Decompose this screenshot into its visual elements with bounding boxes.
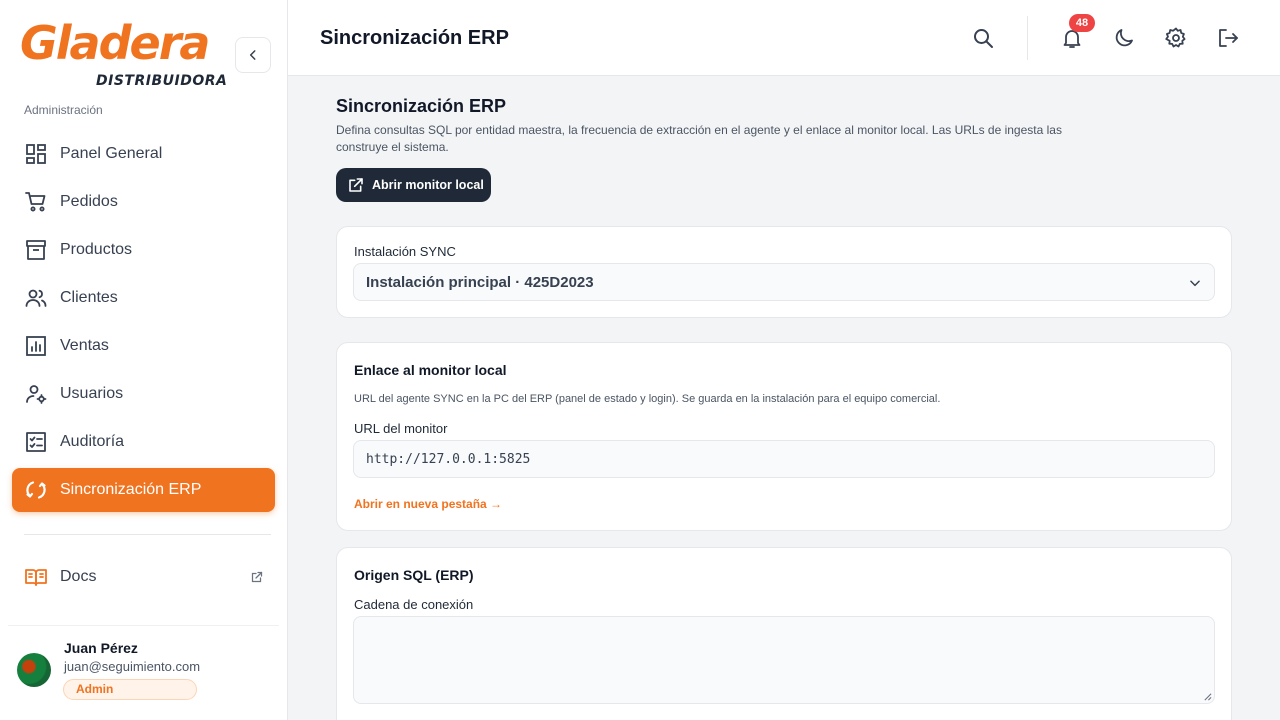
- sync-install-value: Instalación principal · 425D2023: [366, 273, 594, 291]
- sync-install-label: Instalación SYNC: [354, 244, 456, 259]
- chevron-down-icon: [1190, 280, 1200, 287]
- sidebar-item-label: Clientes: [60, 289, 118, 306]
- section-label: Administración: [24, 103, 103, 117]
- main-content: Sincronización ERP Defina consultas SQL …: [288, 76, 1280, 720]
- sidebar-item-clientes[interactable]: Clientes: [12, 276, 275, 320]
- gear-icon[interactable]: [1164, 26, 1188, 50]
- checklist-icon: [26, 432, 46, 452]
- moon-icon[interactable]: [1112, 26, 1136, 50]
- user-email: juan@seguimiento.com: [64, 659, 201, 674]
- avatar: [17, 653, 51, 687]
- archive-icon: [26, 240, 46, 260]
- sidebar-item-label: Sincronización ERP: [60, 481, 202, 498]
- monitor-url-label: URL del monitor: [354, 421, 448, 436]
- chart-icon: [26, 336, 46, 356]
- sidebar-item-sincronizacion-erp[interactable]: Sincronización ERP: [12, 468, 275, 512]
- page-header-title: Sincronización ERP: [320, 27, 509, 49]
- connection-string-label: Cadena de conexión: [354, 597, 474, 612]
- cart-icon: [25, 192, 46, 212]
- sql-origin-title: Origen SQL (ERP): [354, 567, 474, 583]
- sync-install-card: Instalación SYNC Instalación principal ·…: [336, 226, 1232, 318]
- user-name: Juan Pérez: [64, 640, 138, 656]
- header-divider: [1027, 16, 1028, 60]
- sidebar-item-productos[interactable]: Productos: [12, 228, 275, 272]
- open-local-monitor-label: Abrir monitor local: [372, 178, 484, 192]
- dashboard-icon: [26, 144, 46, 164]
- brand-logo[interactable]: Gladera DISTRIBUIDORA: [16, 16, 227, 94]
- sidebar-item-docs[interactable]: Docs: [12, 555, 275, 599]
- sidebar-item-ventas[interactable]: Ventas: [12, 324, 275, 368]
- monitor-url-input[interactable]: http://127.0.0.1:5825: [353, 440, 1215, 478]
- connection-string-textarea[interactable]: [353, 616, 1215, 704]
- sidebar-item-label: Usuarios: [60, 385, 124, 402]
- page-title: Sincronización ERP: [336, 96, 507, 116]
- sidebar-item-panel-general[interactable]: Panel General: [12, 132, 275, 176]
- sidebar-item-label: Productos: [60, 241, 133, 258]
- sidebar-item-auditoria[interactable]: Auditoría: [12, 420, 275, 464]
- book-icon: [25, 569, 47, 586]
- local-monitor-card: Enlace al monitor local URL del agente S…: [336, 342, 1232, 531]
- resize-handle-icon[interactable]: [1203, 692, 1212, 701]
- sidebar-item-label: Pedidos: [60, 193, 118, 210]
- notification-count-badge: 48: [1069, 14, 1095, 32]
- sidebar-divider: [24, 534, 271, 535]
- sidebar-item-label: Auditoría: [60, 433, 125, 450]
- sync-install-select[interactable]: Instalación principal · 425D2023: [353, 263, 1215, 301]
- sidebar-item-label: Docs: [60, 568, 97, 585]
- open-local-monitor-button[interactable]: Abrir monitor local: [336, 168, 491, 202]
- external-link-icon: [349, 178, 363, 192]
- user-profile[interactable]: Juan Pérez juan@seguimiento.com Admin: [8, 625, 279, 720]
- open-new-tab-link[interactable]: Abrir en nueva pestaña →: [354, 497, 502, 511]
- logo-subtitle: DISTRIBUIDORA: [96, 73, 228, 89]
- top-header: Sincronización ERP 48: [288, 0, 1280, 76]
- collapse-sidebar-button[interactable]: [235, 37, 271, 73]
- sidebar-nav: Panel General Pedidos Productos Clientes…: [12, 132, 275, 516]
- sql-origin-card: Origen SQL (ERP) Cadena de conexión: [336, 547, 1232, 720]
- users-icon: [25, 289, 47, 307]
- sidebar-item-usuarios[interactable]: Usuarios: [12, 372, 275, 416]
- sidebar-item-label: Ventas: [60, 337, 109, 354]
- local-monitor-hint: URL del agente SYNC en la PC del ERP (pa…: [354, 393, 941, 405]
- sidebar-item-pedidos[interactable]: Pedidos: [12, 180, 275, 224]
- user-gear-icon: [26, 385, 47, 404]
- role-badge: Admin: [63, 679, 197, 700]
- sidebar: Gladera DISTRIBUIDORA Administración Pan…: [0, 0, 288, 720]
- sync-icon: [26, 481, 46, 499]
- logo-text: Gladera: [20, 16, 210, 70]
- logout-icon[interactable]: [1216, 26, 1240, 50]
- search-icon[interactable]: [971, 26, 995, 50]
- local-monitor-title: Enlace al monitor local: [354, 362, 507, 378]
- page-description: Defina consultas SQL por entidad maestra…: [336, 123, 1062, 154]
- chevron-left-icon: [249, 50, 256, 60]
- sidebar-item-label: Panel General: [60, 145, 163, 162]
- external-link-icon: [251, 571, 263, 583]
